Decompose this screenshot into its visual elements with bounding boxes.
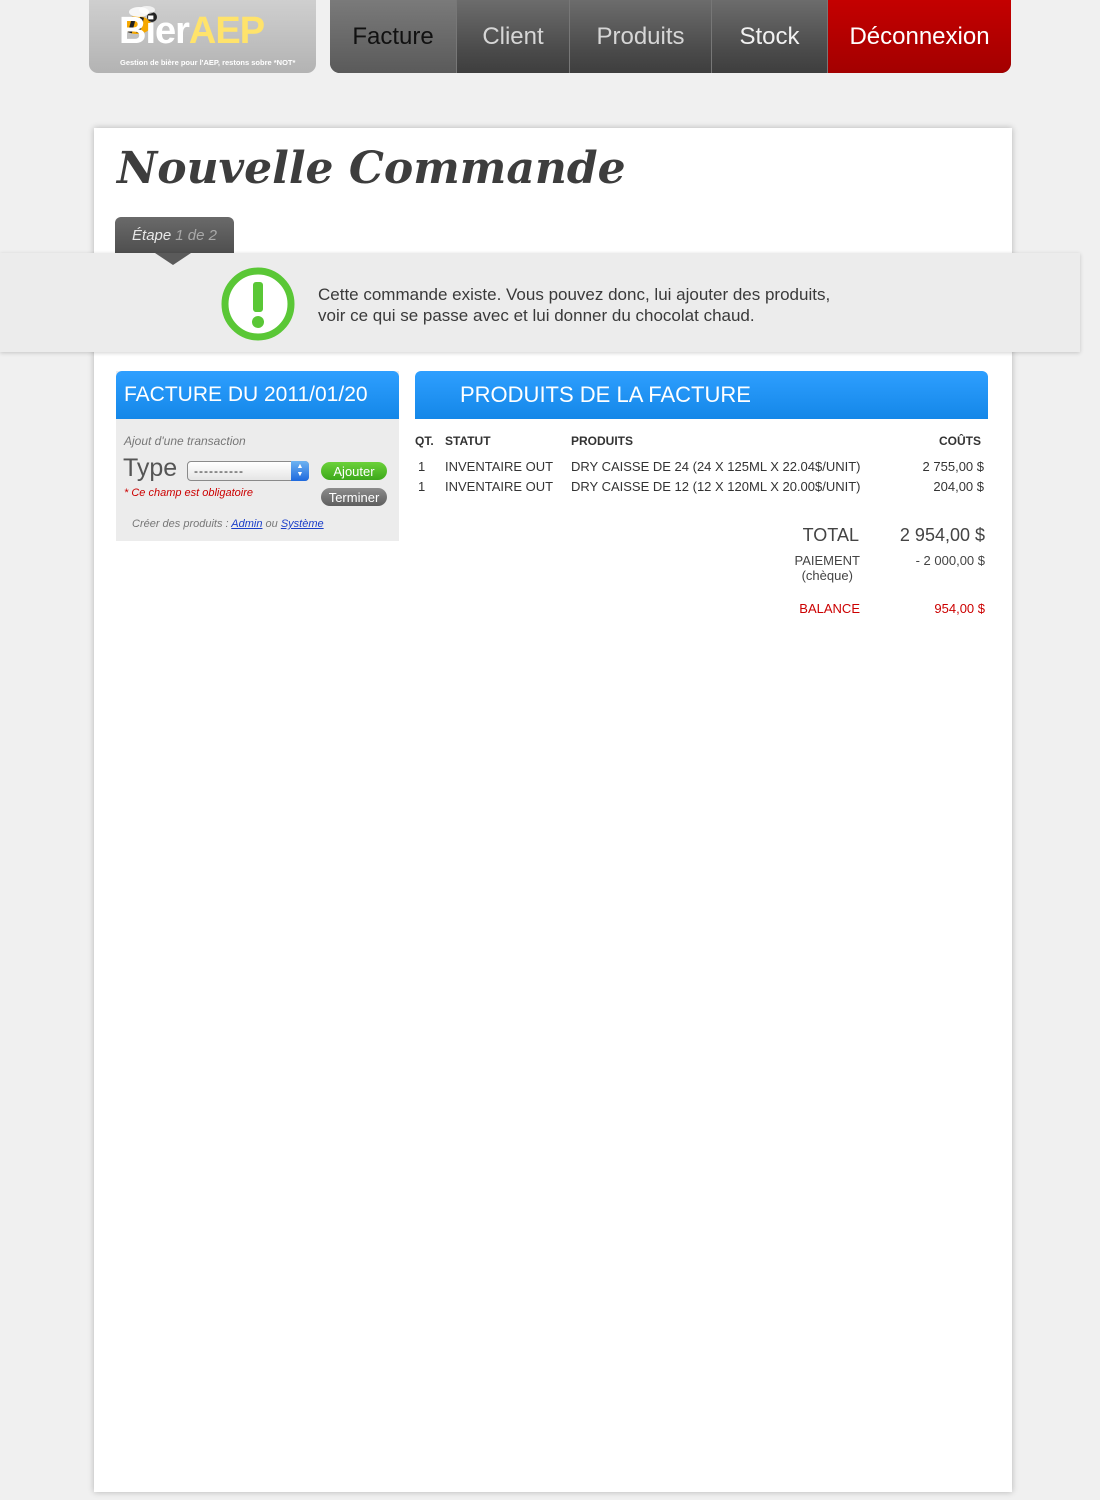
- admin-link[interactable]: Admin: [231, 518, 262, 530]
- col-header-qty: QT.: [415, 434, 434, 448]
- row-status: INVENTAIRE OUT: [445, 459, 554, 474]
- invoice-box-title: FACTURE DU 2011/01/20: [116, 371, 399, 419]
- page-title: Nouvelle Commande: [117, 143, 626, 194]
- row-product: DRY CAISSE DE 12 (12 X 120ML X 20.00$/UN…: [571, 479, 861, 494]
- notice-line-2: voir ce qui se passe avec et lui donner …: [318, 306, 755, 325]
- col-header-product: PRODUITS: [571, 434, 634, 448]
- notice-message: Cette commande existe. Vous pouvez donc,…: [318, 284, 938, 326]
- create-or: ou: [265, 518, 278, 530]
- transaction-subtitle: Ajout d'une transaction: [124, 434, 246, 448]
- logo-wordmark: BierAEP: [119, 10, 265, 52]
- row-status: INVENTAIRE OUT: [445, 479, 554, 494]
- payment-label-text: PAIEMENT: [794, 553, 861, 568]
- logo-brand-part2: AEP: [188, 10, 265, 52]
- balance-value: 954,00 $: [934, 601, 985, 616]
- exclamation-circle-icon: [221, 267, 295, 341]
- row-qty: 1: [418, 479, 426, 494]
- create-prefix: Créer des produits :: [132, 518, 229, 530]
- type-select-value: ----------: [194, 464, 244, 478]
- row-product: DRY CAISSE DE 24 (24 X 125ML X 22.04$/UN…: [571, 459, 861, 474]
- system-link[interactable]: Système: [281, 518, 324, 530]
- type-label: Type: [123, 454, 178, 482]
- step-count: 1 de 2: [175, 227, 217, 244]
- nav-item-deconnexion[interactable]: Déconnexion: [828, 0, 1011, 73]
- step-indicator: Étape 1 de 2: [115, 217, 234, 254]
- create-products-line: Créer des produits : Admin ou Système: [132, 518, 324, 530]
- add-button[interactable]: Ajouter: [321, 462, 387, 480]
- total-value: 2 954,00 $: [899, 525, 985, 545]
- col-header-status: STATUT: [445, 434, 491, 448]
- row-cost: 204,00 $: [933, 479, 984, 494]
- nav-item-facture[interactable]: Facture: [330, 0, 457, 73]
- logo[interactable]: BierAEP Gestion de bière pour l'AEP, res…: [89, 0, 316, 73]
- balance-label: BALANCE: [799, 601, 860, 616]
- type-select[interactable]: ---------- ▲ ▼: [187, 461, 309, 481]
- required-note: * Ce champ est obligatoire: [124, 487, 254, 499]
- logo-tagline: Gestion de bière pour l'AEP, restons sob…: [120, 58, 296, 67]
- invoice-box: FACTURE DU 2011/01/20 Ajout d'une transa…: [116, 371, 399, 541]
- step-word: Étape: [132, 227, 172, 244]
- nav-item-stock[interactable]: Stock: [712, 0, 828, 73]
- end-button[interactable]: Terminer: [321, 488, 387, 506]
- notice-line-1: Cette commande existe. Vous pouvez donc,…: [318, 285, 831, 304]
- payment-label: PAIEMENT (chèque): [795, 553, 861, 583]
- total-label: TOTAL: [802, 525, 859, 545]
- main-nav: Facture Client Produits Stock Déconnexio…: [330, 0, 1011, 73]
- col-header-cost: COÛTS: [939, 434, 981, 448]
- row-cost: 2 755,00 $: [922, 459, 984, 474]
- payment-value: - 2 000,00 $: [915, 553, 985, 568]
- nav-item-produits[interactable]: Produits: [570, 0, 712, 73]
- payment-method: (chèque): [801, 568, 853, 583]
- row-qty: 1: [418, 459, 426, 474]
- notice-arrow: [155, 253, 191, 265]
- logo-brand-part1: Bier: [119, 10, 190, 52]
- nav-item-client[interactable]: Client: [457, 0, 570, 73]
- select-arrows-icon: ▲ ▼: [291, 461, 309, 481]
- products-box-title: PRODUITS DE LA FACTURE: [415, 371, 988, 419]
